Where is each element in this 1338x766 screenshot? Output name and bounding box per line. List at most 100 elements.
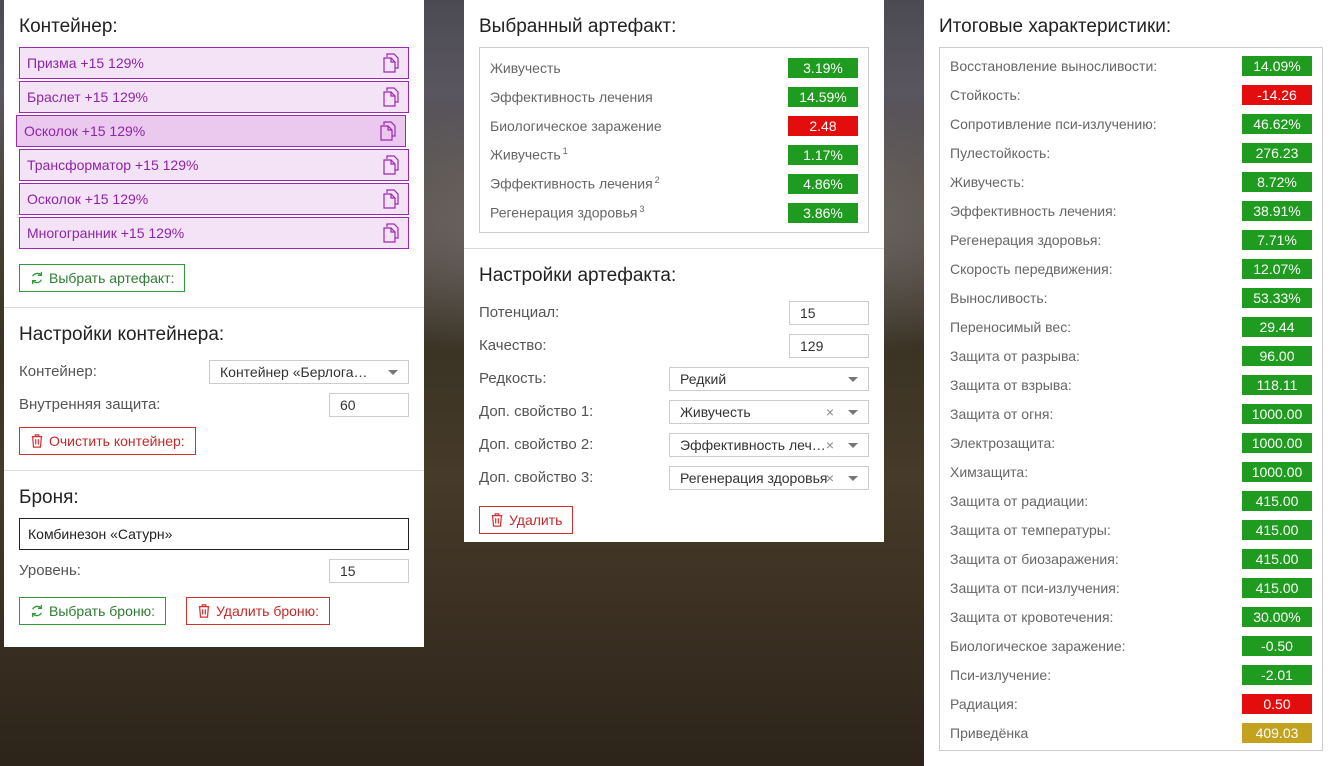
stat-label: Защита от радиации: [950, 493, 1088, 509]
extra1-select[interactable]: Живучесть × [669, 399, 869, 424]
stat-label-text: Выносливость: [950, 289, 1048, 306]
container-select[interactable]: Контейнер «Берлога-6у» [209, 359, 409, 384]
quality-input[interactable] [789, 333, 869, 358]
stat-value: 415.00 [1242, 548, 1312, 569]
stat-label-text: Защита от радиации: [950, 492, 1089, 509]
potential-label: Потенциал: [479, 304, 560, 321]
container-slot[interactable]: Призма +15 129% [19, 47, 409, 79]
stat-label-text: Биологическое заражение: [950, 637, 1126, 654]
extra1-label: Доп. свойство 1: [479, 403, 594, 420]
armor-name-input[interactable] [19, 518, 409, 550]
extra3-row: Доп. свойство 3: Регенерация здоровья × [479, 461, 869, 494]
protection-input[interactable] [329, 392, 409, 417]
container-slot[interactable]: Многогранник +15 129% [19, 217, 409, 249]
container-row: Контейнер: Контейнер «Берлога-6у» [19, 355, 409, 388]
container-section: Контейнер: Призма +15 129% Браслет +15 12… [4, 0, 424, 308]
stat-label: Регенерация здоровья 3 [490, 204, 644, 221]
stat-row: Защита от кровотечения: 30.00% [950, 602, 1312, 631]
stat-value: 276.23 [1242, 142, 1312, 163]
potential-input[interactable] [789, 300, 869, 325]
level-input[interactable] [329, 558, 409, 583]
clear-icon[interactable]: × [826, 434, 834, 456]
stat-row: Живучесть 1 1.17% [490, 140, 858, 169]
extra2-label: Доп. свойство 2: [479, 436, 594, 453]
stat-row: Живучесть: 8.72% [950, 167, 1312, 196]
choose-armor-label: Выбрать броню: [49, 603, 155, 619]
container-slot[interactable]: Осколок +15 129% [16, 115, 406, 147]
stat-row: Электрозащита: 1000.00 [950, 428, 1312, 457]
stat-value: 0.50 [1242, 693, 1312, 714]
stat-label: Восстановление выносливости: [950, 58, 1157, 74]
level-label: Уровень: [19, 562, 81, 579]
copy-icon[interactable] [382, 223, 400, 243]
stat-value: 53.33% [1242, 287, 1312, 308]
container-slot[interactable]: Трансформатор +15 129% [19, 149, 409, 181]
stat-label: Защита от температуры: [950, 522, 1111, 538]
stat-label-text: Пси-излучение: [950, 666, 1052, 683]
stat-label: Электрозащита: [950, 435, 1055, 451]
delete-armor-button[interactable]: Удалить броню: [186, 597, 331, 625]
copy-icon[interactable] [382, 87, 400, 107]
choose-artifact-button[interactable]: Выбрать артефакт: [19, 264, 186, 292]
right-panel: Итоговые характеристики: Восстановление … [924, 0, 1338, 766]
stat-value: 1000.00 [1242, 461, 1312, 482]
protection-row: Внутренняя защита: [19, 388, 409, 421]
stat-label-text: Живучесть [490, 59, 561, 76]
chevron-down-icon [848, 376, 858, 382]
clear-icon[interactable]: × [826, 467, 834, 489]
delete-armor-label: Удалить броню: [216, 603, 320, 619]
container-slot[interactable]: Браслет +15 129% [19, 81, 409, 113]
stat-label-text: Переносимый вес: [950, 318, 1072, 335]
stat-label: Живучесть: [950, 174, 1025, 190]
stat-label-text: Эффективность лечения: [950, 202, 1117, 219]
chevron-down-icon [388, 369, 398, 375]
stat-label: Радиация: [950, 696, 1018, 712]
stat-label-text: Защита от кровотечения: [950, 608, 1114, 625]
stat-label: Пулестойкость: [950, 145, 1050, 161]
rarity-label: Редкость: [479, 370, 547, 387]
stat-value: 46.62% [1242, 113, 1312, 134]
extra2-select[interactable]: Эффективность лечения × [669, 432, 869, 457]
chevron-down-icon [848, 475, 858, 481]
delete-artifact-button[interactable]: Удалить [479, 506, 574, 534]
stat-row: Защита от радиации: 415.00 [950, 486, 1312, 515]
stat-value: 96.00 [1242, 345, 1312, 366]
stat-label: Защита от биозаражения: [950, 551, 1119, 567]
selected-artifact-section: Выбранный артефакт: Живучесть 3.19% Эффект… [464, 0, 884, 249]
copy-icon[interactable] [379, 121, 397, 141]
clear-container-button[interactable]: Очистить контейнер: [19, 427, 196, 455]
stat-row: Скорость передвижения: 12.07% [950, 254, 1312, 283]
stat-label-text: Защита от взрыва: [950, 376, 1072, 393]
container-slot[interactable]: Осколок +15 129% [19, 183, 409, 215]
stat-label-text: Эффективность лечения [490, 175, 653, 192]
stat-row: Защита от взрыва: 118.11 [950, 370, 1312, 399]
quality-label: Качество: [479, 337, 547, 354]
stat-row: Биологическое заражение 2.48 [490, 111, 858, 140]
stat-label-text: Защита от температуры: [950, 521, 1111, 538]
choose-artifact-label: Выбрать артефакт: [49, 270, 175, 286]
rarity-select[interactable]: Редкий [669, 366, 869, 391]
copy-icon[interactable] [382, 155, 400, 175]
stat-value: 3.86% [788, 202, 858, 223]
stat-value: 14.09% [1242, 55, 1312, 76]
stat-row: Защита от биозаражения: 415.00 [950, 544, 1312, 573]
stat-label-text: Стойкость: [950, 86, 1021, 103]
stat-label-text: Защита от биозаражения: [950, 550, 1119, 567]
stat-row: Пси-излучение: -2.01 [950, 660, 1312, 689]
copy-icon[interactable] [382, 53, 400, 73]
stat-label: Сопротивление пси-излучению: [950, 116, 1157, 132]
stat-value: 2.48 [788, 115, 858, 136]
stat-label: Химзащита: [950, 464, 1028, 480]
stat-value: -2.01 [1242, 664, 1312, 685]
stat-label-text: Защита от пси-излучения: [950, 579, 1120, 596]
stat-row: Регенерация здоровья: 7.71% [950, 225, 1312, 254]
choose-armor-button[interactable]: Выбрать броню: [19, 597, 166, 625]
extra3-select[interactable]: Регенерация здоровья × [669, 465, 869, 490]
slot-label: Осколок +15 129% [24, 123, 146, 139]
rarity-row: Редкость: Редкий [479, 362, 869, 395]
stat-value: 29.44 [1242, 316, 1312, 337]
clear-icon[interactable]: × [826, 401, 834, 423]
copy-icon[interactable] [382, 189, 400, 209]
stat-label-text: Восстановление выносливости: [950, 57, 1158, 74]
stat-label-text: Электрозащита: [950, 434, 1056, 451]
